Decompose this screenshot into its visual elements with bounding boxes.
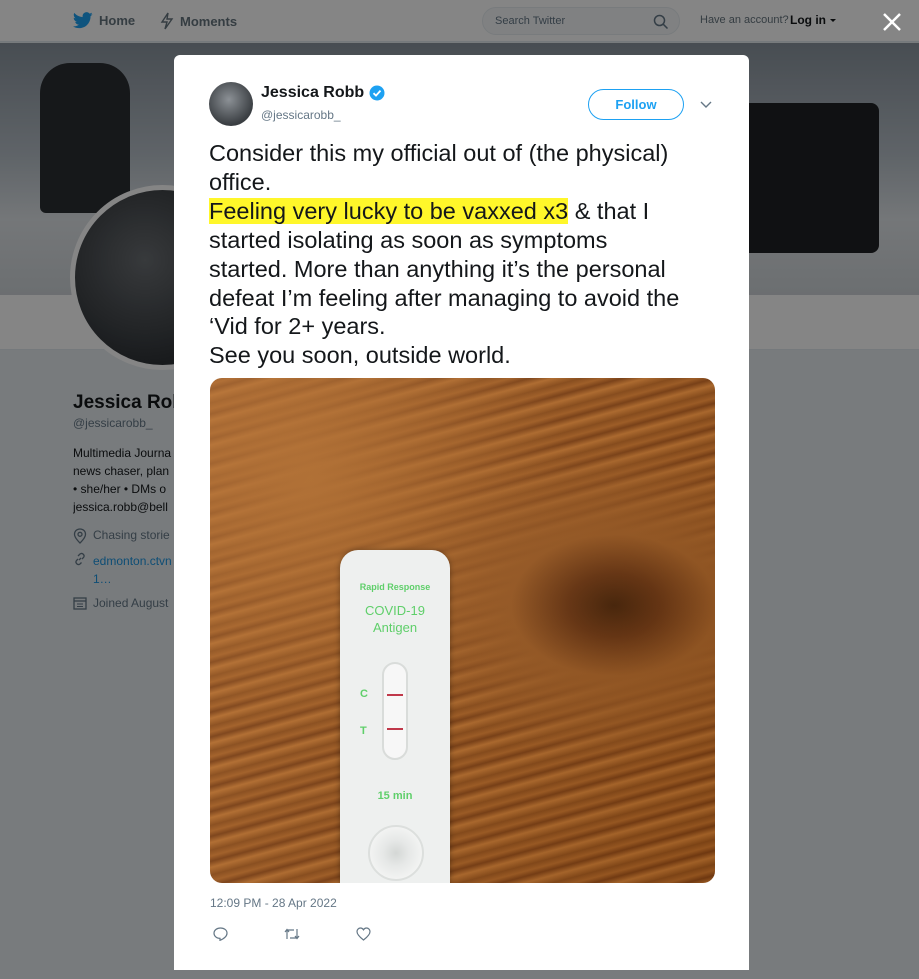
tweet-line: ‘Vid for 2+ years. bbox=[209, 313, 386, 340]
result-window bbox=[382, 662, 408, 760]
tweet-line-rest: & that I bbox=[568, 197, 650, 224]
close-icon[interactable] bbox=[880, 10, 904, 34]
covid-test-cassette: Rapid Response COVID-19 Antigen C T 15 m… bbox=[340, 550, 450, 883]
tweet-timestamp[interactable]: 12:09 PM - 28 Apr 2022 bbox=[210, 896, 337, 910]
tweet-line: started isolating as soon as symptoms bbox=[209, 226, 608, 253]
tweet-line: See you soon, outside world. bbox=[209, 342, 511, 369]
test-name: COVID-19 Antigen bbox=[340, 602, 450, 636]
test-label: T bbox=[360, 725, 367, 737]
test-brand: Rapid Response bbox=[359, 582, 431, 592]
chevron-down-icon[interactable] bbox=[699, 97, 713, 111]
tweet-line: Consider this my official out of (the ph… bbox=[209, 140, 669, 166]
test-line bbox=[387, 728, 403, 730]
reply-icon[interactable] bbox=[213, 927, 228, 941]
tweet-line: office. bbox=[209, 168, 272, 195]
tweet-photo[interactable]: Rapid Response COVID-19 Antigen C T 15 m… bbox=[210, 378, 715, 883]
retweet-icon[interactable] bbox=[283, 927, 301, 941]
tweet-author[interactable]: Jessica Robb bbox=[261, 84, 385, 102]
tweet-author-handle[interactable]: @jessicarobb_ bbox=[261, 108, 341, 122]
tweet-text: Consider this my official out of (the ph… bbox=[209, 139, 724, 370]
tweet-avatar[interactable] bbox=[209, 82, 253, 126]
verified-badge-icon bbox=[369, 85, 385, 101]
tweet-author-name[interactable]: Jessica Robb bbox=[261, 84, 364, 102]
tweet-line: Feeling very lucky to be vaxxed x3 & tha… bbox=[209, 197, 724, 226]
follow-button[interactable]: Follow bbox=[588, 89, 684, 120]
test-name-line: COVID-19 bbox=[365, 603, 425, 618]
highlighted-text: Feeling very lucky to be vaxxed x3 bbox=[209, 197, 569, 224]
tweet-modal: Jessica Robb @jessicarobb_ Follow Consid… bbox=[174, 55, 749, 970]
test-duration: 15 min bbox=[377, 790, 413, 802]
tweet-line: defeat I’m feeling after managing to avo… bbox=[209, 284, 680, 311]
control-line bbox=[387, 694, 403, 696]
sample-well bbox=[368, 825, 424, 881]
heart-icon[interactable] bbox=[356, 927, 371, 941]
control-label: C bbox=[360, 688, 368, 700]
test-name-line: Antigen bbox=[372, 620, 418, 635]
tweet-line: started. More than anything it’s the per… bbox=[209, 255, 666, 282]
